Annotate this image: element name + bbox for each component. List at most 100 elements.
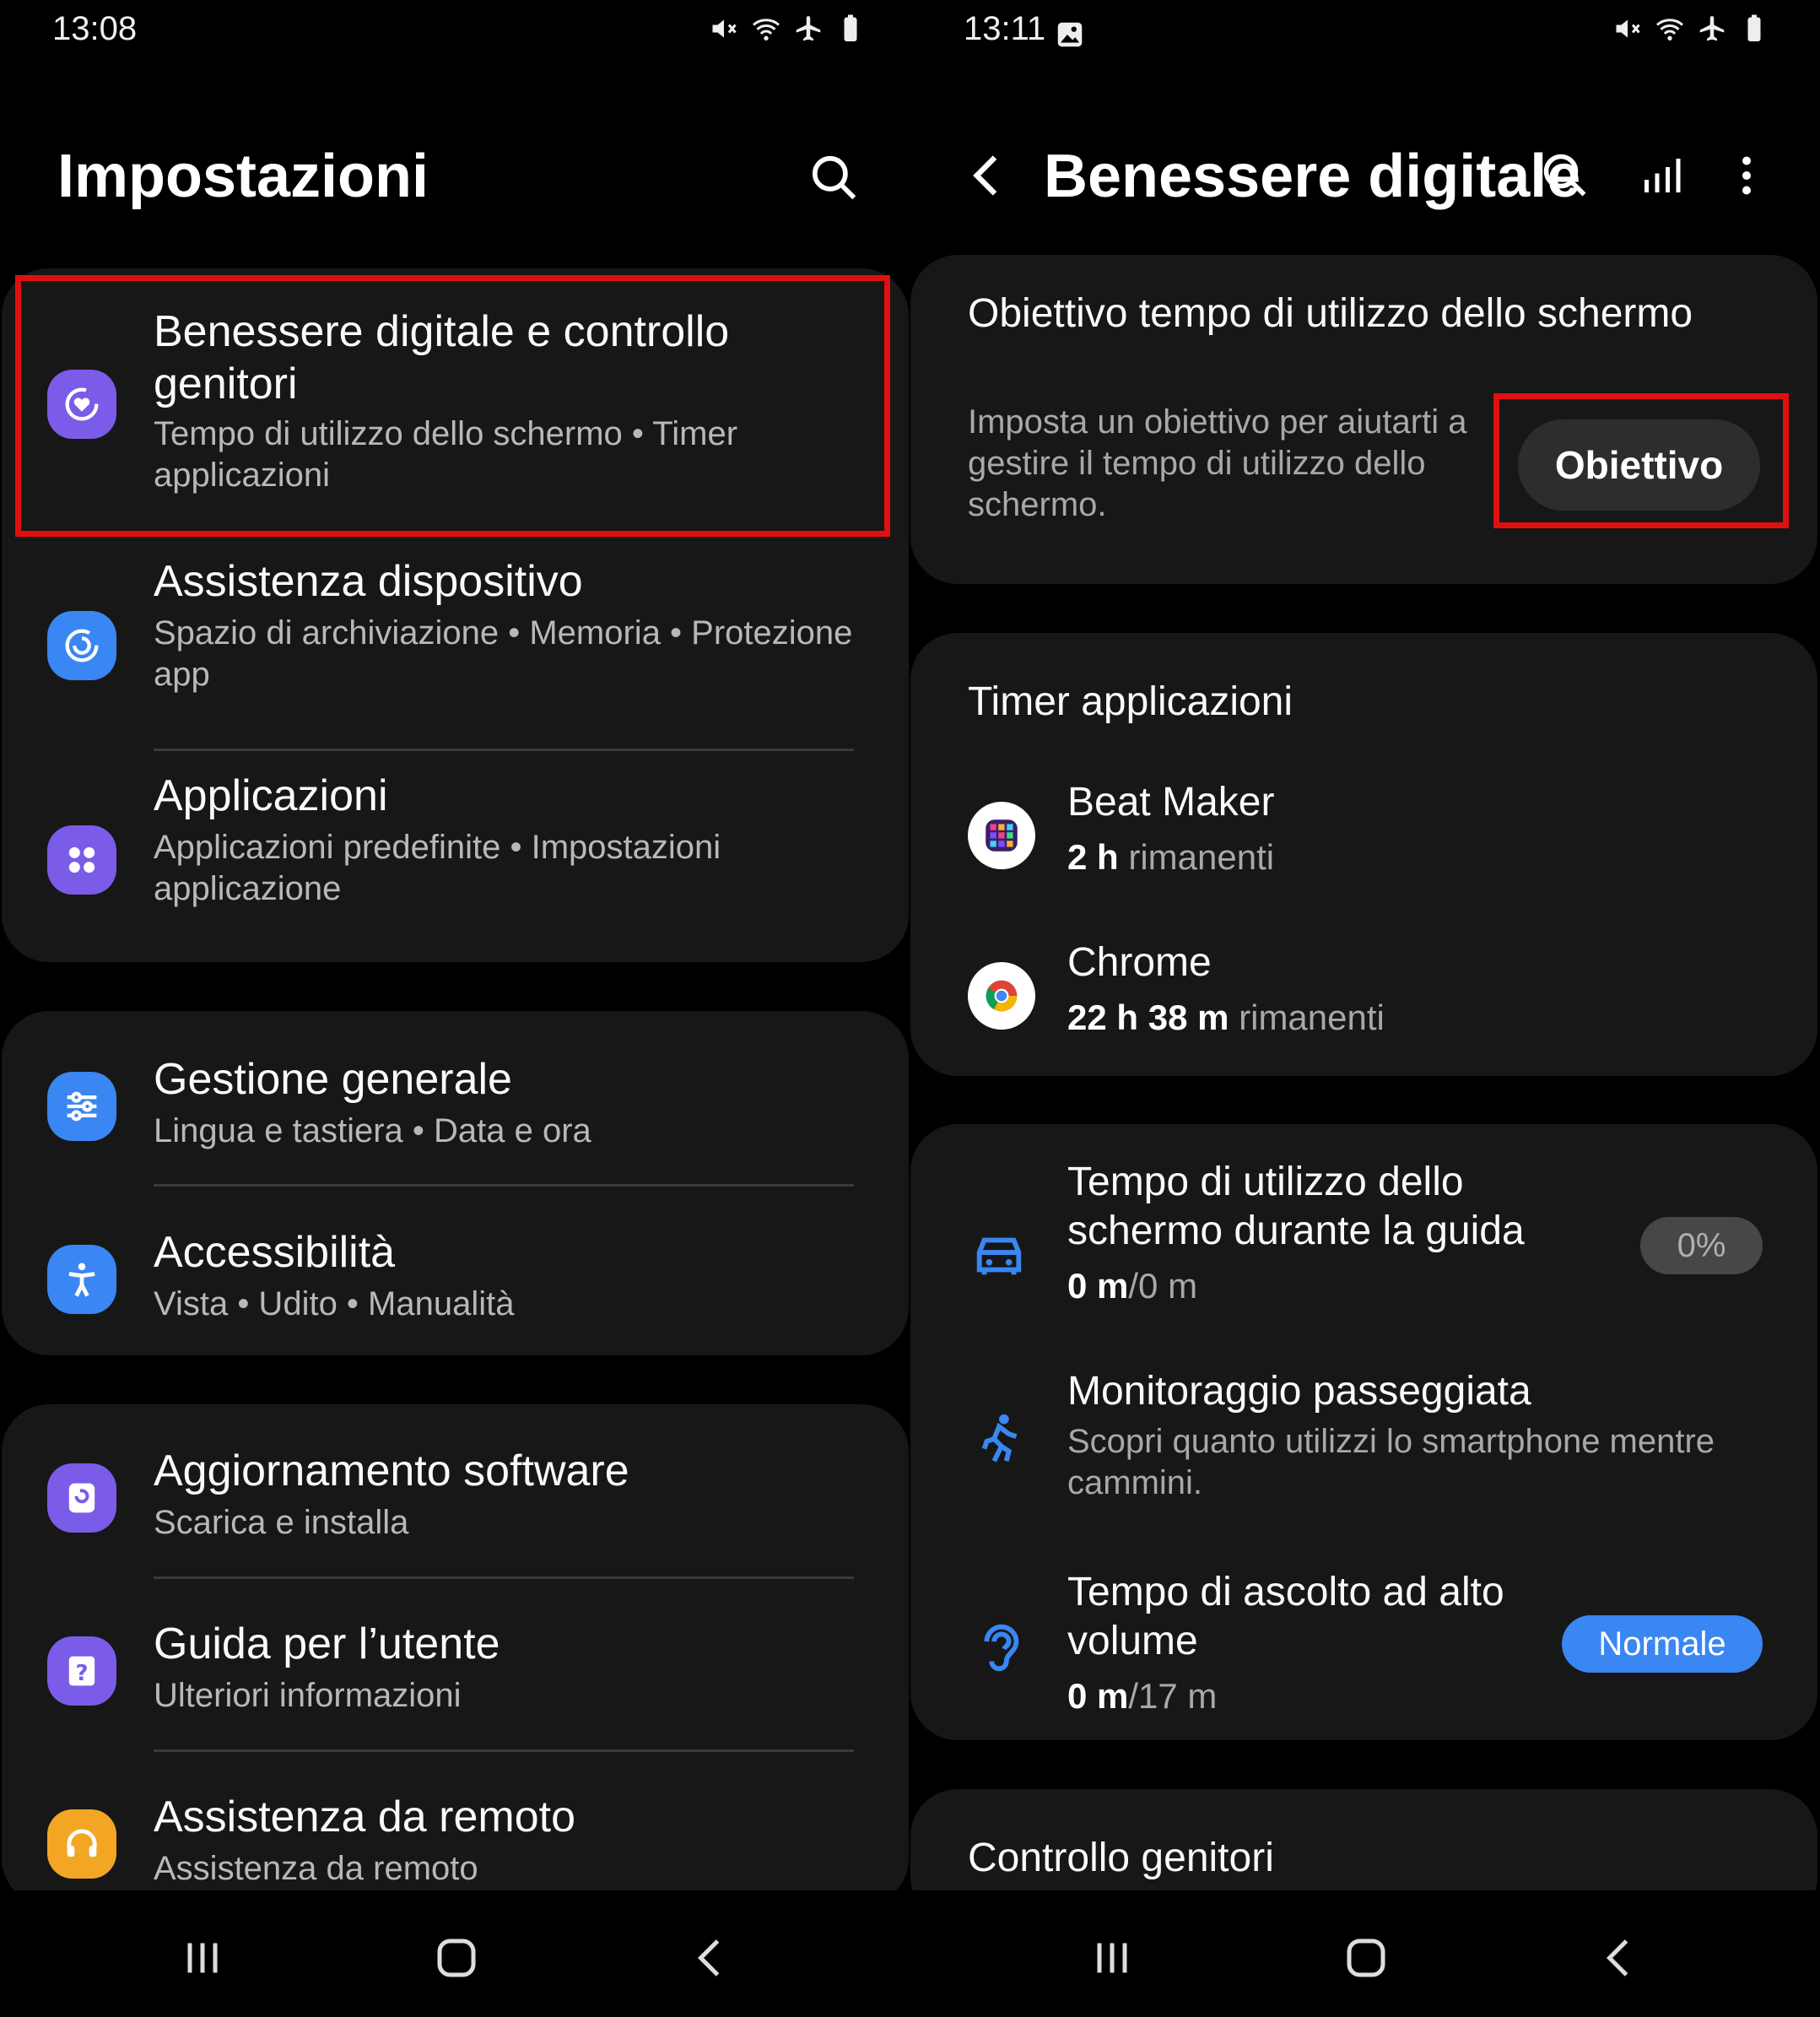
accessibility-icon bbox=[47, 1245, 116, 1314]
airplane-icon bbox=[796, 16, 821, 41]
driving-screen-time-row[interactable]: Tempo di utilizzo dello schermo durante … bbox=[910, 1158, 1817, 1327]
back-button[interactable] bbox=[682, 1928, 741, 1987]
status-bar: 13:11 bbox=[910, 7, 1820, 57]
page-title: Impostazioni bbox=[57, 143, 429, 210]
back-icon bbox=[697, 1939, 720, 1976]
user-guide-icon: ? bbox=[47, 1636, 116, 1706]
ear-icon bbox=[963, 1610, 1035, 1683]
bar-chart-icon bbox=[1644, 159, 1681, 192]
home-icon bbox=[437, 1939, 476, 1977]
status-icons bbox=[1612, 14, 1769, 44]
search-icon bbox=[812, 155, 856, 200]
status-time: 13:11 bbox=[964, 10, 1046, 47]
recents-button[interactable] bbox=[173, 1928, 232, 1987]
item-subtitle: Ulteriori informazioni bbox=[154, 1677, 462, 1714]
recents-button[interactable] bbox=[1083, 1928, 1142, 1987]
item-title: Guida per l’utente bbox=[154, 1620, 500, 1668]
statistics-button[interactable] bbox=[1636, 150, 1690, 204]
walking-monitor-row[interactable]: Monitoraggio passeggiata Scopri quanto u… bbox=[910, 1367, 1817, 1501]
monitoring-card: Tempo di utilizzo dello schermo durante … bbox=[910, 1124, 1817, 1740]
time-total: /17 m bbox=[1128, 1676, 1218, 1716]
home-button[interactable] bbox=[427, 1928, 486, 1987]
back-icon bbox=[1606, 1939, 1628, 1976]
back-button[interactable] bbox=[1590, 1928, 1650, 1987]
settings-item-general-management[interactable]: Gestione generale Lingua e tastiera • Da… bbox=[2, 1053, 909, 1180]
app-timers-card: Timer applicazioni Beat Maker 2 h rimane… bbox=[910, 633, 1817, 1076]
settings-item-user-guide[interactable]: ? Guida per l’utente Ulteriori informazi… bbox=[2, 1618, 909, 1744]
item-subtitle: Scarica e installa bbox=[154, 1504, 409, 1541]
recents-icon bbox=[187, 1943, 218, 1973]
svg-text:?: ? bbox=[75, 1661, 88, 1686]
settings-item-device-care[interactable]: Assistenza dispositivo Spazio di archivi… bbox=[2, 555, 909, 749]
app-time-remaining: 2 h rimanenti bbox=[1067, 837, 1274, 878]
walking-subtitle: Scopri quanto utilizzi lo smartphone men… bbox=[1067, 1423, 1715, 1501]
time-suffix: rimanenti bbox=[1118, 837, 1275, 877]
parental-control-heading: Controllo genitori bbox=[968, 1836, 1274, 1880]
home-button[interactable] bbox=[1337, 1928, 1396, 1987]
sliders-icon bbox=[47, 1072, 116, 1141]
driving-time: 0 m/0 m bbox=[1067, 1266, 1197, 1306]
search-button[interactable] bbox=[1540, 150, 1594, 204]
goal-heading: Obiettivo tempo di utilizzo dello scherm… bbox=[968, 291, 1693, 336]
settings-item-accessibility[interactable]: Accessibilità Vista • Udito • Manualità bbox=[2, 1226, 909, 1353]
settings-screen: 13:08 Impostazioni Benessere digitale e … bbox=[0, 0, 910, 2017]
settings-item-apps[interactable]: Applicazioni Applicazioni predefinite • … bbox=[2, 770, 909, 947]
mute-icon bbox=[1616, 19, 1640, 38]
walking-title: Monitoraggio passeggiata bbox=[1067, 1369, 1531, 1414]
app-name: Beat Maker bbox=[1067, 780, 1275, 825]
item-title: Accessibilità bbox=[154, 1228, 396, 1277]
goal-description: Imposta un obiettivo per aiutarti a gest… bbox=[968, 403, 1467, 523]
item-title: Assistenza dispositivo bbox=[154, 557, 583, 606]
time-total: /0 m bbox=[1128, 1266, 1198, 1306]
navigation-bar bbox=[0, 1890, 910, 2017]
back-arrow-icon bbox=[973, 155, 997, 196]
driving-title: Tempo di utilizzo dello schermo durante … bbox=[1067, 1160, 1525, 1253]
settings-item-remote-support[interactable]: Assistenza da remoto Assistenza da remot… bbox=[2, 1791, 909, 1906]
status-icons bbox=[709, 14, 866, 44]
divider bbox=[154, 1749, 854, 1752]
apps-grid-icon bbox=[47, 825, 116, 895]
navigation-bar bbox=[910, 1890, 1820, 2017]
chrome-icon bbox=[968, 962, 1035, 1030]
item-subtitle: Assistenza da remoto bbox=[154, 1850, 478, 1887]
wifi-icon bbox=[1656, 19, 1683, 41]
walking-person-icon bbox=[963, 1403, 1035, 1475]
software-update-icon bbox=[47, 1463, 116, 1533]
settings-group-2: Gestione generale Lingua e tastiera • Da… bbox=[2, 1011, 909, 1355]
time-value: 22 h 38 m bbox=[1067, 998, 1229, 1037]
item-subtitle: Spazio di archiviazione • Memoria • Prot… bbox=[154, 614, 853, 693]
battery-icon bbox=[844, 14, 857, 41]
loud-volume-row[interactable]: Tempo di ascolto ad alto volume 0 m/17 m… bbox=[910, 1568, 1817, 1720]
app-timers-heading: Timer applicazioni bbox=[968, 679, 1293, 724]
app-timer-row[interactable]: Chrome 22 h 38 m rimanenti bbox=[910, 935, 1817, 1045]
battery-icon bbox=[1747, 14, 1761, 41]
more-options-button[interactable] bbox=[1734, 150, 1776, 204]
item-subtitle: Lingua e tastiera • Data e ora bbox=[154, 1112, 591, 1149]
volume-time: 0 m/17 m bbox=[1067, 1676, 1217, 1717]
time-suffix: rimanenti bbox=[1229, 998, 1385, 1037]
divider bbox=[154, 1184, 854, 1187]
divider bbox=[154, 749, 854, 751]
home-icon bbox=[1347, 1939, 1385, 1977]
device-care-icon bbox=[47, 611, 116, 680]
time-value: 2 h bbox=[1067, 837, 1119, 877]
app-time-remaining: 22 h 38 m rimanenti bbox=[1067, 998, 1385, 1038]
app-timer-row[interactable]: Beat Maker 2 h rimanenti bbox=[910, 775, 1817, 884]
headset-icon bbox=[47, 1809, 116, 1879]
car-icon bbox=[963, 1219, 1035, 1291]
item-title: Applicazioni bbox=[154, 771, 388, 820]
search-button[interactable] bbox=[808, 152, 867, 211]
item-subtitle: Applicazioni predefinite • Impostazioni … bbox=[154, 829, 721, 907]
image-notification-icon bbox=[1057, 22, 1083, 47]
digital-wellbeing-screen: 13:11 Benessere digitale Obiettivo tempo… bbox=[910, 0, 1820, 2017]
settings-item-software-update[interactable]: Aggiornamento software Scarica e install… bbox=[2, 1445, 909, 1571]
wifi-icon bbox=[753, 19, 780, 41]
back-button[interactable] bbox=[961, 149, 1015, 203]
time-value: 0 m bbox=[1067, 1676, 1129, 1716]
beat-maker-icon bbox=[968, 802, 1035, 869]
search-icon bbox=[1543, 154, 1586, 197]
airplane-icon bbox=[1699, 16, 1725, 41]
mute-icon bbox=[712, 19, 737, 38]
status-bar: 13:08 bbox=[0, 7, 910, 57]
highlight-box bbox=[15, 275, 890, 537]
